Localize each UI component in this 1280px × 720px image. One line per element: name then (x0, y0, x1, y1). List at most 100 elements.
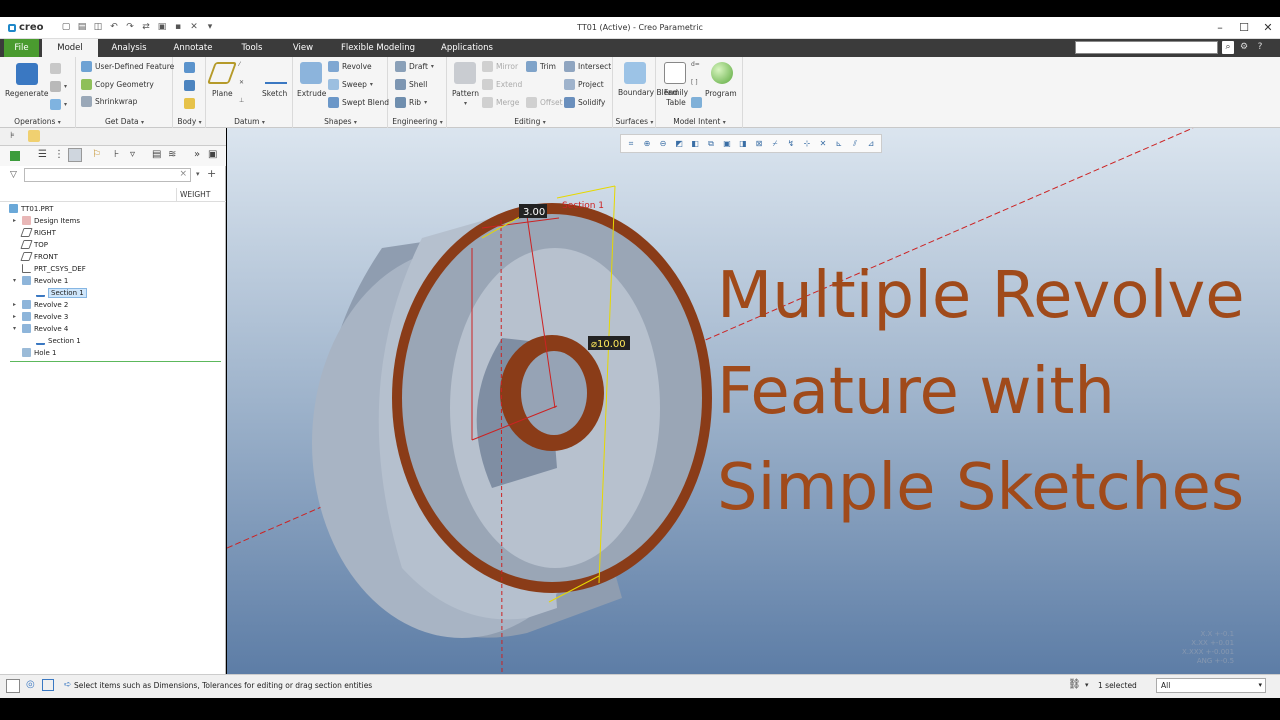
weight-column-header[interactable]: WEIGHT (176, 188, 222, 202)
rib-button[interactable]: Rib ▾ (395, 97, 427, 108)
layer-tree-icon[interactable]: ≋ (168, 149, 176, 160)
clear-icon[interactable]: × (179, 169, 187, 179)
copy-geometry-button[interactable]: Copy Geometry (81, 79, 154, 90)
tab-file[interactable]: File (4, 39, 39, 57)
tree-item-revolve-3[interactable]: ▸ Revolve 3 (13, 311, 68, 322)
graphics-viewport[interactable]: ⌗ ⊕ ⊖ ◩ ◧ ⧉ ▣ ◨ ⊠ ⌿ ↯ ⊹ ✕ ⊾ ⫽ ⊿ 3.00 Sec… (227, 128, 1280, 674)
user-defined-feature-button[interactable]: User-Defined Feature (81, 61, 174, 72)
body-tool-1[interactable] (184, 62, 195, 73)
paste-icon[interactable]: ▾ (50, 81, 67, 92)
tree-item-design-items[interactable]: ▸ Design Items (13, 215, 80, 226)
layers-icon[interactable]: ▤ (152, 149, 161, 160)
extend-button[interactable]: Extend (482, 79, 522, 90)
tab-analysis[interactable]: Analysis (100, 39, 158, 57)
search-input[interactable] (1075, 41, 1218, 54)
tab-model[interactable]: Model (42, 39, 98, 57)
revolve-button[interactable]: Revolve (328, 61, 372, 72)
csys-icon[interactable]: ⊥ (239, 97, 244, 104)
tree-item-section-1-selected[interactable]: Section 1 (36, 287, 87, 298)
settings-icon[interactable]: ⚙ (1238, 41, 1250, 54)
copy-icon[interactable] (50, 63, 61, 74)
selection-filter-icon[interactable]: ⛓ (1068, 679, 1081, 690)
show-tree-icon[interactable] (68, 148, 82, 162)
tree-view-icon[interactable]: ☰ (38, 149, 47, 160)
axis-icon[interactable]: ⁄ (239, 61, 240, 68)
tree-item-part[interactable]: TT01.PRT (9, 203, 53, 214)
switch-dimensions-icon[interactable] (691, 97, 702, 108)
delete-icon[interactable]: ▾ (50, 99, 67, 110)
draft-button[interactable]: Draft ▾ (395, 61, 434, 72)
shell-button[interactable]: Shell (395, 79, 427, 90)
tree-item-csys[interactable]: PRT_CSYS_DEF (22, 263, 86, 274)
tab-view[interactable]: View (282, 39, 324, 57)
shrinkwrap-button[interactable]: Shrinkwrap (81, 96, 137, 107)
merge-button[interactable]: Merge (482, 97, 519, 108)
expand-icon[interactable]: ▸ (13, 313, 19, 320)
settings-tree-icon[interactable]: ⚐ (92, 149, 101, 160)
expand-icon[interactable]: ▸ (13, 217, 19, 224)
close-icon[interactable]: ✕ (1256, 17, 1280, 39)
tree-item-revolve-4[interactable]: ▾ Revolve 4 (13, 323, 68, 334)
tab-applications[interactable]: Applications (432, 39, 502, 57)
browser-toggle-icon[interactable]: ◎ (26, 679, 35, 690)
tab-flexible-modeling[interactable]: Flexible Modeling (330, 39, 426, 57)
collapse-icon[interactable]: ▾ (13, 325, 19, 332)
selection-filter-select[interactable]: All ▾ (1156, 678, 1266, 693)
more-icon[interactable]: » (194, 149, 200, 160)
family-table-button[interactable]: Family Table (661, 88, 691, 108)
expand-tree-icon[interactable]: ⋮ (54, 149, 64, 160)
point-icon[interactable]: ✕ (239, 79, 244, 86)
add-filter-icon[interactable]: + (207, 167, 216, 180)
body-tool-3[interactable] (184, 98, 195, 109)
swept-blend-button[interactable]: Swept Blend (328, 97, 389, 108)
program-button[interactable]: Program (705, 89, 737, 98)
diameter-dimension[interactable]: ⌀10.00 (591, 339, 626, 350)
notes-icon[interactable]: ▣ (208, 149, 217, 160)
search-icon[interactable]: ⌕ (1222, 41, 1234, 54)
folder-browser-tab-icon[interactable] (28, 130, 40, 142)
solidify-button[interactable]: Solidify (564, 97, 605, 108)
mirror-button[interactable]: Mirror (482, 61, 518, 72)
pattern-button[interactable]: Pattern ▾ (452, 89, 479, 107)
trim-button[interactable]: Trim (526, 61, 556, 72)
minimize-icon[interactable]: – (1208, 17, 1232, 39)
selection-dropdown-icon[interactable]: ▾ (1085, 681, 1089, 689)
navigator-toggle-icon[interactable] (6, 679, 20, 693)
expand-icon[interactable]: ▸ (13, 301, 19, 308)
tree-item-hole-1[interactable]: Hole 1 (22, 347, 56, 358)
tree-item-revolve-1[interactable]: ▾ Revolve 1 (13, 275, 68, 286)
insert-indicator[interactable] (10, 361, 221, 362)
overlay-line-3: Simple Sketches (717, 451, 1245, 525)
tolerance-2: X.XX +-0.01 (1191, 639, 1235, 647)
sketch-button[interactable]: Sketch (262, 89, 287, 98)
regenerate-button[interactable]: Regenerate (5, 89, 48, 98)
collapse-icon[interactable]: ▾ (13, 277, 19, 284)
tree-item-revolve-2[interactable]: ▸ Revolve 2 (13, 299, 68, 310)
fullscreen-icon[interactable] (42, 679, 54, 691)
tree-item-section-1[interactable]: Section 1 (36, 335, 81, 346)
thickness-dimension[interactable]: 3.00 (523, 207, 545, 218)
relations-icon[interactable]: d= (691, 61, 700, 68)
plane-button[interactable]: Plane (212, 89, 233, 98)
tab-annotate[interactable]: Annotate (162, 39, 224, 57)
offset-button[interactable]: Offset (526, 97, 563, 108)
tab-tools[interactable]: Tools (228, 39, 276, 57)
extrude-button[interactable]: Extrude (297, 89, 326, 98)
tree-item-top[interactable]: TOP (20, 239, 48, 250)
intersect-button[interactable]: Intersect (564, 61, 611, 72)
model-tree-tab-icon[interactable]: ⊧ (10, 131, 15, 141)
tree-filter-icon[interactable]: ⊦ (114, 149, 119, 160)
tree-item-right[interactable]: RIGHT (20, 227, 56, 238)
tree-columns-icon[interactable]: ▿ (130, 149, 135, 160)
help-icon[interactable]: ? (1254, 41, 1266, 54)
body-tool-2[interactable] (184, 80, 195, 91)
body-icon[interactable] (10, 151, 20, 161)
filter-icon[interactable]: ▽ (10, 170, 17, 180)
filter-dropdown-icon[interactable]: ▾ (196, 170, 200, 178)
tree-search-input[interactable]: × (24, 168, 191, 182)
maximize-icon[interactable]: ☐ (1232, 17, 1256, 39)
parameters-icon[interactable]: [ ] (691, 79, 698, 86)
tree-item-front[interactable]: FRONT (20, 251, 58, 262)
sweep-button[interactable]: Sweep ▾ (328, 79, 373, 90)
project-button[interactable]: Project (564, 79, 604, 90)
